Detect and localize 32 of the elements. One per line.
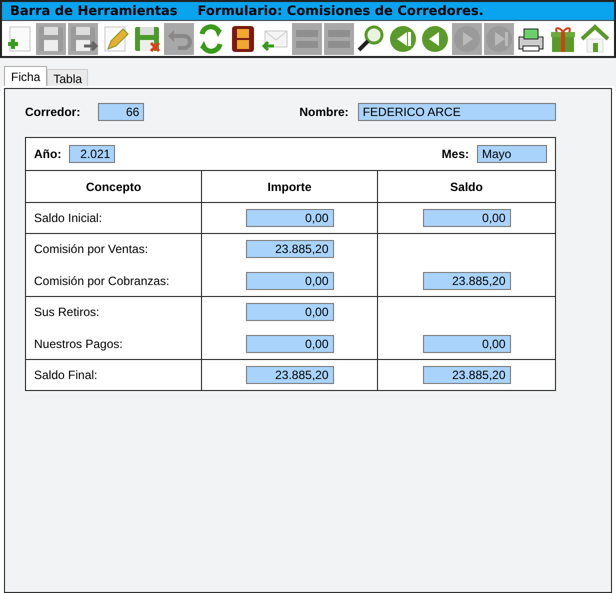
amount-field[interactable]: 0,00 <box>246 209 334 227</box>
amount-field[interactable]: 23.885,20 <box>246 366 334 384</box>
field-label: Año: <box>34 147 62 161</box>
tab[interactable]: Ficha <box>4 66 48 88</box>
input-field[interactable]: 66 <box>98 103 144 121</box>
amount-field[interactable]: 0,00 <box>246 272 334 290</box>
home-icon[interactable] <box>580 23 610 55</box>
column-header: Importe <box>202 171 378 202</box>
amount-field[interactable]: 0,00 <box>246 335 334 353</box>
form-title: Formulario: Comisiones de Corredores. <box>198 4 484 18</box>
field-label: Mes: <box>442 147 469 161</box>
column-header: Saldo <box>449 178 484 196</box>
input-field[interactable]: FEDERICO ARCE <box>358 103 556 121</box>
input-field[interactable]: Mayo <box>477 145 547 163</box>
concept-label: Saldo Final: <box>34 367 98 384</box>
balance-field[interactable]: 23.885,20 <box>422 366 510 384</box>
column-header: Concepto <box>26 171 202 202</box>
concept-label: Comisión por Cobranzas: <box>34 273 170 290</box>
concept-label: Sus Retiros: <box>34 304 100 321</box>
input-field[interactable]: 2.021 <box>69 145 116 163</box>
balance-field[interactable]: 23.885,20 <box>422 272 510 290</box>
concept-label: Comisión por Ventas: <box>34 241 150 258</box>
amount-field[interactable]: 23.885,20 <box>246 240 334 258</box>
field-label: Nombre: <box>299 105 349 119</box>
field-label: Corredor: <box>25 105 80 119</box>
title-text: Barra de Herramientas <box>10 4 178 18</box>
concept-label: Saldo Inicial: <box>34 210 104 227</box>
previous-icon[interactable] <box>420 23 450 55</box>
amount-field[interactable]: 0,00 <box>246 303 334 321</box>
balance-field[interactable]: 0,00 <box>422 335 510 353</box>
concept-label: Nuestros Pagos: <box>34 336 124 353</box>
balance-field[interactable]: 0,00 <box>422 209 510 227</box>
